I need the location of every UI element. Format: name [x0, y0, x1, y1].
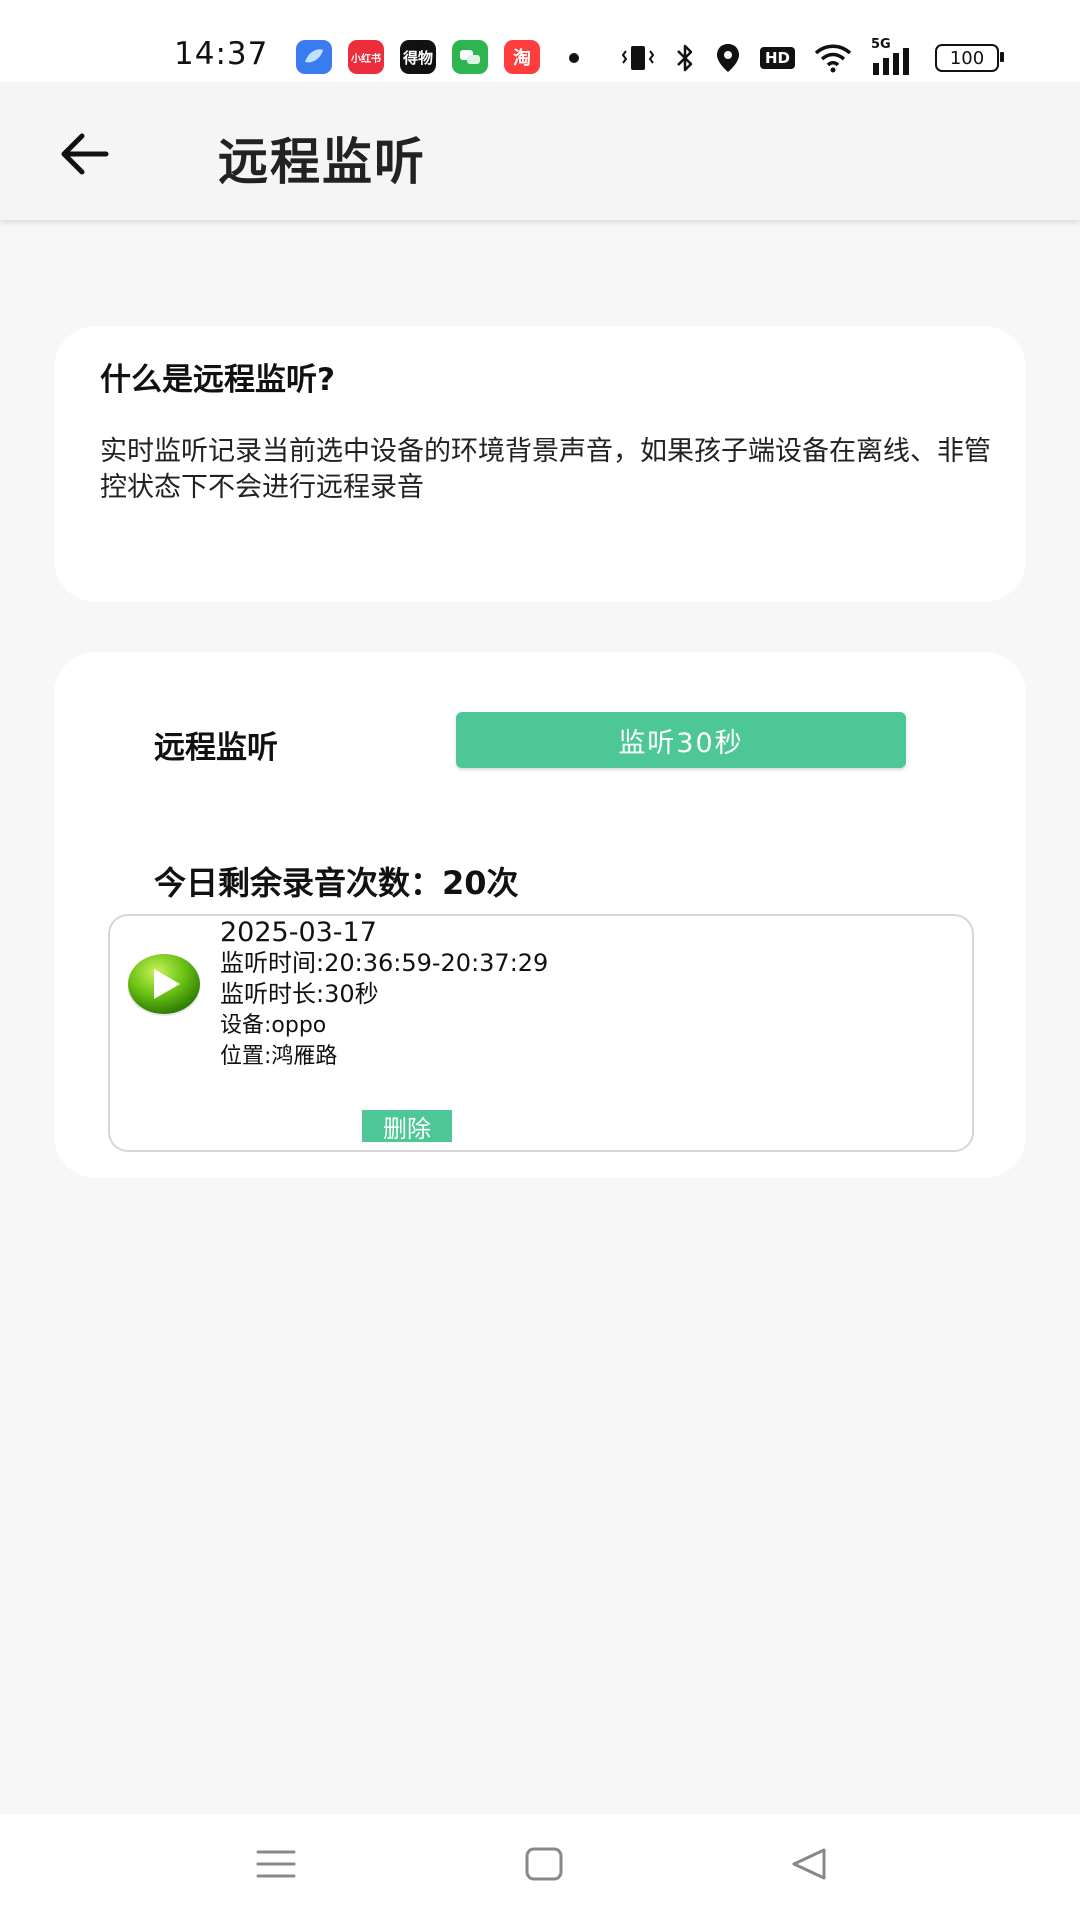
- monitor-card: 远程监听 监听30秒 今日剩余录音次数：20次 2025-03-17 监听时间:…: [54, 652, 1026, 1178]
- play-icon[interactable]: [126, 952, 202, 1018]
- recording-item: 2025-03-17 监听时间:20:36:59-20:37:29 监听时长:3…: [108, 914, 974, 1152]
- app-header: 远程监听: [0, 82, 1080, 220]
- hd-badge: HD: [760, 47, 796, 69]
- info-title: 什么是远程监听?: [100, 362, 335, 398]
- location-icon: [717, 44, 739, 72]
- more-notifications-dot: [569, 53, 579, 63]
- recording-time-range: 监听时间:20:36:59-20:37:29: [220, 949, 549, 977]
- info-description: 实时监听记录当前选中设备的环境背景声音，如果孩子端设备在离线、非管控状态下不会进…: [100, 436, 991, 503]
- monitor-label: 远程监听: [154, 730, 278, 766]
- recording-duration: 监听时长:30秒: [220, 980, 379, 1008]
- notification-icons: 小红书 得物 淘: [296, 40, 540, 74]
- wechat-icon: [452, 40, 488, 74]
- vibrate-icon: [621, 46, 655, 70]
- navigation-bar: [0, 1814, 1080, 1920]
- dewu-icon: 得物: [400, 40, 436, 74]
- feishu-icon: [296, 40, 332, 74]
- status-bar: 14:37 小红书 得物 淘 HD 5G 100: [0, 0, 1080, 82]
- recording-details: 2025-03-17 监听时间:20:36:59-20:37:29 监听时长:3…: [220, 918, 548, 1072]
- info-card: 什么是远程监听? 实时监听记录当前选中设备的环境背景声音，如果孩子端设备在离线、…: [54, 326, 1026, 602]
- home-icon[interactable]: [522, 1844, 566, 1884]
- delete-button[interactable]: 删除: [362, 1110, 452, 1143]
- taobao-icon: 淘: [504, 40, 540, 74]
- page-title: 远程监听: [218, 133, 426, 191]
- recording-date: 2025-03-17: [220, 917, 377, 948]
- wifi-icon: [814, 44, 852, 73]
- bluetooth-icon: [677, 44, 693, 72]
- back-nav-icon[interactable]: [786, 1844, 830, 1884]
- system-icons: HD 5G 100: [620, 37, 1005, 78]
- menu-icon[interactable]: [254, 1844, 298, 1884]
- listen-30s-button[interactable]: 监听30秒: [456, 712, 906, 768]
- recording-device: 设备:oppo: [220, 1013, 327, 1038]
- cell-signal-icon: 5G: [871, 37, 917, 75]
- remaining-count: 今日剩余录音次数：20次: [154, 864, 519, 902]
- recording-location: 位置:鸿雁路: [220, 1044, 338, 1069]
- xiaohongshu-icon: 小红书: [348, 40, 384, 74]
- back-arrow-icon[interactable]: [56, 126, 112, 182]
- battery-icon: 100: [935, 44, 1005, 72]
- status-time: 14:37: [174, 36, 269, 72]
